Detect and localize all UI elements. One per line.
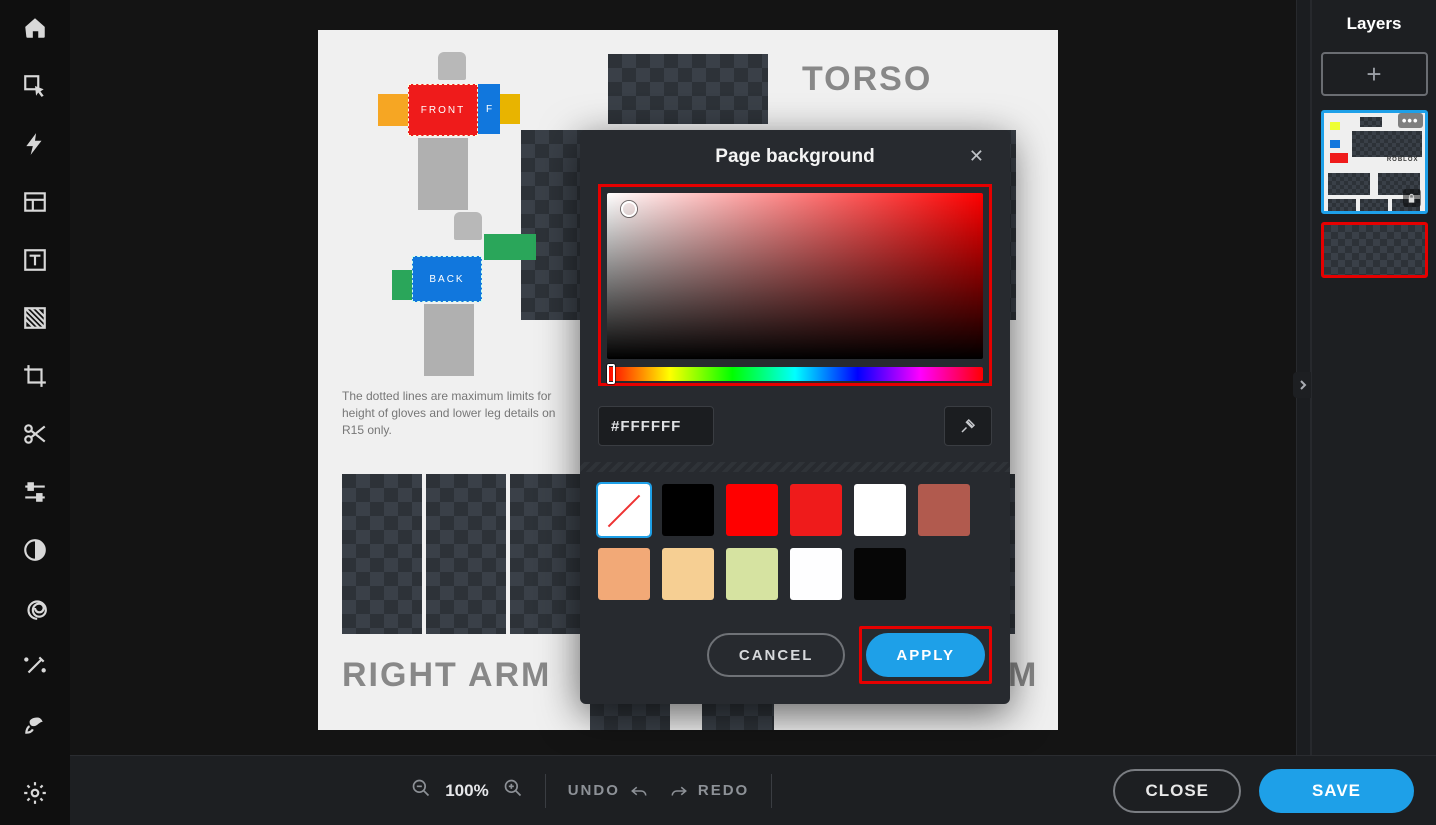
template-slot — [342, 474, 422, 634]
template-slot — [590, 702, 670, 730]
color-area-highlight — [598, 184, 992, 386]
template-slot — [702, 702, 774, 730]
wand-icon[interactable] — [15, 646, 55, 686]
swatch[interactable] — [598, 548, 650, 600]
template-slot — [426, 474, 506, 634]
label-left-arm-tail: M — [1008, 656, 1038, 695]
layer-thumbnail-1[interactable]: ROBLOX ••• — [1321, 110, 1428, 214]
swatch[interactable] — [598, 484, 650, 536]
layers-edge — [1296, 0, 1311, 825]
save-button[interactable]: SAVE — [1259, 769, 1414, 813]
hue-cursor[interactable] — [607, 364, 615, 384]
cursor-icon[interactable] — [15, 66, 55, 106]
sv-cursor[interactable] — [621, 201, 637, 217]
tool-rail — [0, 0, 70, 825]
apply-button[interactable]: APPLY — [866, 633, 985, 677]
swatch[interactable] — [854, 484, 906, 536]
scissors-icon[interactable] — [15, 414, 55, 454]
swatch[interactable] — [918, 484, 970, 536]
close-icon[interactable]: ✕ — [969, 146, 984, 167]
redo-button[interactable]: REDO — [670, 782, 749, 799]
cancel-button[interactable]: CANCEL — [707, 633, 846, 677]
template-slot — [510, 474, 590, 634]
layer-thumbnail-2[interactable] — [1321, 222, 1428, 278]
sliders-icon[interactable] — [15, 472, 55, 512]
brush-icon[interactable] — [15, 704, 55, 744]
dialog-title: Page background — [715, 146, 874, 168]
bottom-bar: 100% UNDO REDO CLOSE SAVE — [70, 755, 1436, 825]
swatch[interactable] — [726, 548, 778, 600]
swatch[interactable] — [662, 548, 714, 600]
collapse-sidebar-button[interactable] — [1293, 372, 1313, 398]
spiral-icon[interactable] — [15, 588, 55, 628]
zoom-in-icon[interactable] — [503, 778, 523, 803]
contrast-icon[interactable] — [15, 530, 55, 570]
zoom-level: 100% — [445, 781, 488, 801]
label-right-arm: RIGHT ARM — [342, 656, 551, 695]
hex-input[interactable] — [598, 406, 714, 446]
template-note: The dotted lines are maximum limits for … — [342, 388, 572, 438]
swatch-grid — [598, 484, 992, 600]
layers-panel: Layers + ROBLOX ••• — [1311, 0, 1436, 825]
crop-icon[interactable] — [15, 356, 55, 396]
saturation-value-area[interactable] — [607, 193, 983, 359]
text-icon[interactable] — [15, 240, 55, 280]
add-layer-button[interactable]: + — [1321, 52, 1428, 96]
swatch[interactable] — [726, 484, 778, 536]
template-slot — [608, 54, 768, 124]
template-figure-front: FRONT F — [348, 50, 518, 220]
swatch[interactable] — [790, 548, 842, 600]
hue-slider[interactable] — [607, 367, 983, 381]
pattern-icon[interactable] — [15, 298, 55, 338]
layers-title: Layers — [1347, 14, 1402, 34]
eyedropper-button[interactable] — [944, 406, 992, 446]
zoom-out-icon[interactable] — [411, 778, 431, 803]
swatch[interactable] — [790, 484, 842, 536]
label-torso: TORSO — [802, 60, 932, 99]
layer-menu-icon[interactable]: ••• — [1398, 113, 1423, 128]
close-button[interactable]: CLOSE — [1113, 769, 1241, 813]
swatch[interactable] — [662, 484, 714, 536]
undo-button[interactable]: UNDO — [568, 782, 648, 799]
settings-icon[interactable] — [15, 773, 55, 813]
bolt-icon[interactable] — [15, 124, 55, 164]
home-icon[interactable] — [15, 8, 55, 48]
divider — [580, 462, 1010, 472]
panel-icon[interactable] — [15, 182, 55, 222]
swatch[interactable] — [854, 548, 906, 600]
apply-highlight: APPLY — [859, 626, 992, 684]
lock-icon[interactable] — [1403, 189, 1421, 207]
template-figure-back: BACK — [364, 210, 534, 380]
page-background-dialog: Page background ✕ CANCEL APPLY — [580, 130, 1010, 704]
